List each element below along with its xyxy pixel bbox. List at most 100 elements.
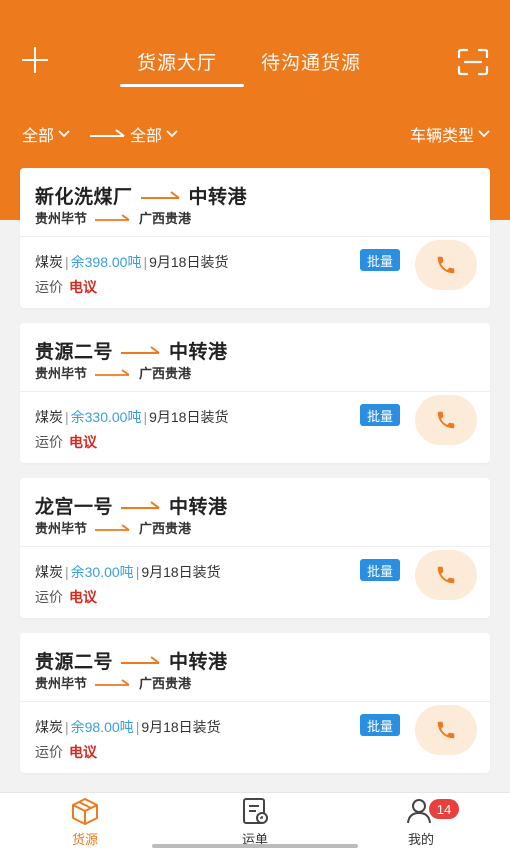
call-button[interactable] [415, 395, 477, 445]
remaining-quantity: 余30.00吨 [70, 564, 134, 580]
listing-card[interactable]: 龙宫一号 中转港 贵州毕节 广西贵港 煤炭 | 余30.00吨 | 9月18日装货 运价… [20, 478, 490, 618]
goods-info: 煤炭 | 余398.00吨 | 9月18日装货 [35, 254, 229, 270]
route-arrow-icon [121, 501, 160, 509]
region-route: 贵州毕节 广西贵港 [35, 518, 191, 537]
route: 龙宫一号 中转港 [35, 492, 228, 518]
notification-badge: 14 [429, 799, 459, 819]
goods-info: 煤炭 | 余330.00吨 | 9月18日装货 [35, 409, 229, 425]
price-info: 运价 电议 [35, 277, 97, 297]
price-value: 电议 [69, 279, 97, 295]
filter-destination-label: 全部 [130, 128, 163, 145]
load-date: 9月18日装货 [149, 254, 229, 270]
divider [20, 236, 490, 237]
price-value: 电议 [69, 589, 97, 605]
origin-name: 贵源二号 [35, 341, 114, 363]
tab-pending-goods[interactable]: 待沟通货源 [261, 48, 361, 75]
remaining-quantity: 余330.00吨 [70, 409, 142, 425]
origin-name: 贵源二号 [35, 651, 114, 673]
price-value: 电议 [69, 744, 97, 760]
destination-name: 中转港 [169, 496, 228, 518]
load-date: 9月18日装货 [141, 719, 221, 735]
origin-region: 贵州毕节 [35, 211, 88, 226]
route: 新化洗煤厂 中转港 [35, 182, 247, 208]
goods-type: 煤炭 [35, 254, 63, 270]
origin-region: 贵州毕节 [35, 521, 88, 536]
divider [20, 391, 490, 392]
goods-type: 煤炭 [35, 409, 63, 425]
phone-icon [437, 411, 455, 429]
price-info: 运价 电议 [35, 432, 97, 452]
listing-card[interactable]: 新化洗煤厂 中转港 贵州毕节 广西贵港 煤炭 | 余398.00吨 | 9月18日装货 … [20, 168, 490, 308]
tab-goods-label: 货源 [71, 832, 98, 847]
route-arrow-icon [140, 191, 180, 199]
bottom-tab-bar: 货源 运单 我的 14 [0, 792, 510, 850]
origin-name: 新化洗煤厂 [35, 186, 133, 208]
remaining-quantity: 余398.00吨 [70, 254, 142, 270]
route: 贵源二号 中转港 [35, 647, 228, 673]
destination-region: 广西贵港 [139, 521, 192, 536]
phone-icon [437, 721, 455, 739]
price-info: 运价 电议 [35, 587, 97, 607]
divider [20, 701, 490, 702]
batch-badge: 批量 [360, 714, 400, 736]
listing-card[interactable]: 贵源二号 中转港 贵州毕节 广西贵港 煤炭 | 余330.00吨 | 9月18日装货 运… [20, 323, 490, 463]
destination-region: 广西贵港 [139, 211, 192, 226]
active-tab-indicator [120, 84, 244, 87]
origin-region: 贵州毕节 [35, 676, 88, 691]
add-icon[interactable] [22, 46, 50, 74]
call-button[interactable] [415, 550, 477, 600]
goods-type: 煤炭 [35, 564, 63, 580]
filter-origin-label: 全部 [22, 128, 55, 145]
price-label: 运价 [35, 744, 63, 760]
remaining-quantity: 余98.00吨 [70, 719, 134, 735]
origin-name: 龙宫一号 [35, 496, 114, 518]
destination-region: 广西贵港 [139, 366, 192, 381]
batch-badge: 批量 [360, 559, 400, 581]
load-date: 9月18日装货 [141, 564, 221, 580]
filter-vehicle-type[interactable]: 车辆类型 [410, 122, 490, 146]
batch-badge: 批量 [360, 249, 400, 271]
load-date: 9月18日装货 [149, 409, 229, 425]
tab-goods[interactable]: 货源 [35, 793, 135, 850]
divider [20, 546, 490, 547]
price-info: 运价 电议 [35, 742, 97, 762]
call-button[interactable] [415, 240, 477, 290]
phone-icon [437, 256, 455, 274]
chevron-down-icon [58, 130, 70, 138]
phone-icon [437, 566, 455, 584]
filter-origin[interactable]: 全部 [22, 122, 70, 146]
destination-name: 中转港 [169, 651, 228, 673]
listing-card[interactable]: 贵源二号 中转港 贵州毕节 广西贵港 煤炭 | 余98.00吨 | 9月18日装货 运价… [20, 633, 490, 773]
destination-region: 广西贵港 [139, 676, 192, 691]
scan-icon[interactable] [457, 48, 489, 76]
goods-info: 煤炭 | 余98.00吨 | 9月18日装货 [35, 719, 221, 735]
region-route: 贵州毕节 广西贵港 [35, 363, 191, 382]
home-indicator [152, 844, 358, 848]
route-arrow-icon [95, 213, 130, 221]
price-label: 运价 [35, 589, 63, 605]
region-route: 贵州毕节 广西贵港 [35, 208, 191, 227]
listing-list: 新化洗煤厂 中转港 贵州毕节 广西贵港 煤炭 | 余398.00吨 | 9月18日装货 … [20, 168, 490, 788]
box-icon [72, 798, 98, 825]
waybill-icon [243, 798, 268, 824]
filter-bar: 全部 全部 车辆类型 [0, 118, 510, 148]
call-button[interactable] [415, 705, 477, 755]
goods-type: 煤炭 [35, 719, 63, 735]
top-bar: 货源大厅 待沟通货源 [0, 38, 510, 90]
filter-vehicle-type-label: 车辆类型 [409, 128, 474, 145]
price-label: 运价 [35, 434, 63, 450]
region-route: 贵州毕节 广西贵港 [35, 673, 191, 692]
filter-destination[interactable]: 全部 [130, 122, 178, 146]
origin-region: 贵州毕节 [35, 366, 88, 381]
batch-badge: 批量 [360, 404, 400, 426]
goods-info: 煤炭 | 余30.00吨 | 9月18日装货 [35, 564, 221, 580]
route-arrow-icon [95, 368, 130, 376]
destination-name: 中转港 [169, 341, 228, 363]
tab-goods-hall[interactable]: 货源大厅 [137, 48, 217, 75]
chevron-down-icon [478, 130, 490, 138]
tab-waybill[interactable]: 运单 [205, 793, 305, 850]
route-arrow-icon [90, 129, 125, 137]
tab-mine[interactable]: 我的 14 [371, 793, 471, 850]
route: 贵源二号 中转港 [35, 337, 228, 363]
route-arrow-icon [95, 523, 130, 531]
